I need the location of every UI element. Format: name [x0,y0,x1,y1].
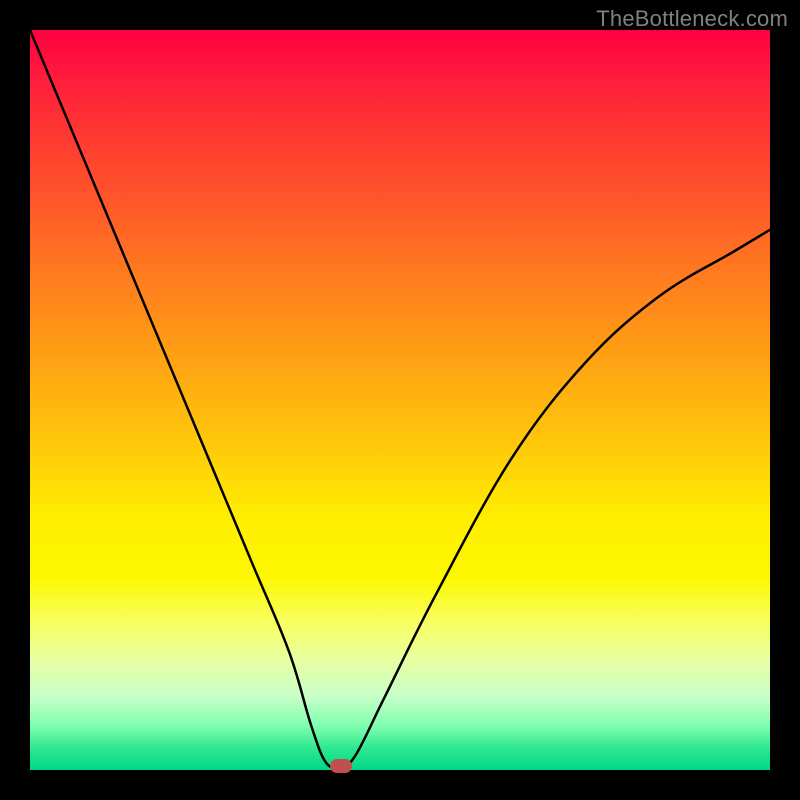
chart-frame: TheBottleneck.com [0,0,800,800]
bottleneck-curve [30,30,770,770]
minimum-marker [330,759,352,773]
watermark-text: TheBottleneck.com [596,6,788,32]
plot-area [30,30,770,770]
